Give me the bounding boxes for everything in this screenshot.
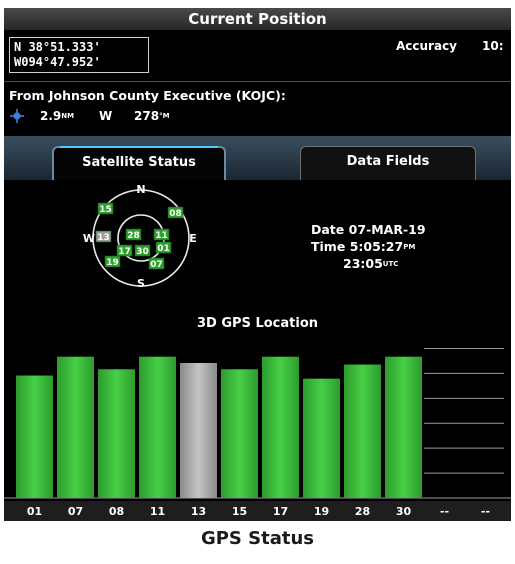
signal-bar-15 (221, 369, 258, 498)
tab-satellite-status[interactable]: Satellite Status (52, 146, 226, 180)
satellite-marker: 08 (167, 206, 184, 219)
signal-bar-17 (262, 356, 299, 498)
satellite-id: 15 (99, 205, 112, 215)
satellite-marker: 17 (116, 244, 133, 257)
satellite-id: 13 (97, 233, 110, 243)
gps-status-screen: Current Position N 38°51.333' W094°47.95… (4, 8, 511, 521)
satellite-tick-label: 08 (109, 505, 124, 518)
satellite-marker: 19 (104, 255, 121, 268)
satellite-tick-label: 13 (191, 505, 206, 518)
satellite-sky-view: N S W E 15 08 13 28 11 01 17 30 19 07 (83, 183, 197, 290)
signal-bar-30 (385, 356, 422, 498)
distance-unit: NM (61, 112, 75, 120)
distance-value: 2.9NM (40, 109, 75, 123)
signal-bar-07 (57, 356, 94, 498)
divider (4, 81, 511, 82)
satellite-marker: 28 (125, 228, 142, 241)
local-time-suffix: PM (403, 243, 416, 251)
satellite-tick-label: 30 (396, 505, 412, 518)
compass-west-label: W (83, 232, 95, 245)
signal-bar-08 (98, 369, 135, 498)
signal-bar-01 (16, 375, 53, 498)
accuracy-label: Accuracy (396, 39, 458, 53)
utc-time-value: 23:05 (343, 256, 383, 271)
satellite-tick-label: 07 (68, 505, 83, 518)
compass-north-label: N (136, 183, 145, 196)
satellite-id: 01 (157, 244, 170, 254)
satellite-marker: 07 (148, 257, 165, 270)
satellite-tick-label: 19 (314, 505, 329, 518)
page-title: Current Position (4, 8, 511, 30)
signal-bar-11 (139, 356, 176, 498)
airport-icon (10, 109, 24, 123)
satellite-marker: 01 (155, 241, 172, 254)
direction-value: W (99, 109, 113, 123)
latitude: N 38°51.333' (14, 40, 101, 54)
satellite-tick-label: -- (440, 505, 449, 518)
compass-south-label: S (137, 277, 145, 290)
satellite-marker: 13 (95, 230, 112, 243)
date-readout: Date 07-MAR-19 (311, 222, 426, 237)
compass-east-label: E (189, 232, 197, 245)
satellite-tick-label: 11 (150, 505, 165, 518)
satellite-tick-label: 17 (273, 505, 288, 518)
gps-fix-status: 3D GPS Location (197, 316, 318, 331)
satellite-marker: 11 (153, 228, 170, 241)
satellite-id: 17 (118, 247, 131, 257)
accuracy-value: 10: (482, 39, 504, 53)
longitude: W094°47.952' (14, 55, 101, 69)
signal-bar-19 (303, 378, 340, 498)
satellite-marker: 15 (97, 202, 114, 215)
satellite-id: 08 (169, 209, 182, 219)
bearing-value: 278°M (134, 109, 170, 123)
position-coordinates: N 38°51.333' W094°47.952' (9, 37, 149, 73)
satellite-tick-label: 28 (355, 505, 370, 518)
figure-caption: GPS Status (200, 528, 315, 549)
satellite-signal-chart: 01 07 08 11 13 15 17 19 28 30 -- -- (4, 347, 511, 521)
utc-time-readout: 23:05UTC (343, 256, 398, 271)
satellite-marker: 30 (134, 244, 151, 257)
local-time-readout: Time 5:05:27PM (311, 239, 416, 254)
bearing-unit: °M (159, 112, 170, 120)
satellite-id: 30 (136, 247, 149, 257)
satellite-tick-label: -- (481, 505, 490, 518)
satellite-tick-label: 15 (232, 505, 247, 518)
from-waypoint-label: From Johnson County Executive (KOJC): (9, 88, 286, 103)
signal-bar-13 (180, 362, 217, 498)
satellite-tick-label: 01 (27, 505, 42, 518)
satellite-id: 11 (155, 231, 168, 241)
satellite-id: 07 (150, 260, 163, 270)
local-time-value: 5:05:27 (349, 239, 404, 254)
satellite-id: 28 (127, 231, 140, 241)
utc-suffix: UTC (382, 260, 399, 268)
signal-bar-28 (344, 364, 381, 498)
tab-data-fields[interactable]: Data Fields (300, 146, 476, 180)
satellite-id: 19 (106, 258, 119, 268)
date-value: 07-MAR-19 (348, 222, 426, 237)
